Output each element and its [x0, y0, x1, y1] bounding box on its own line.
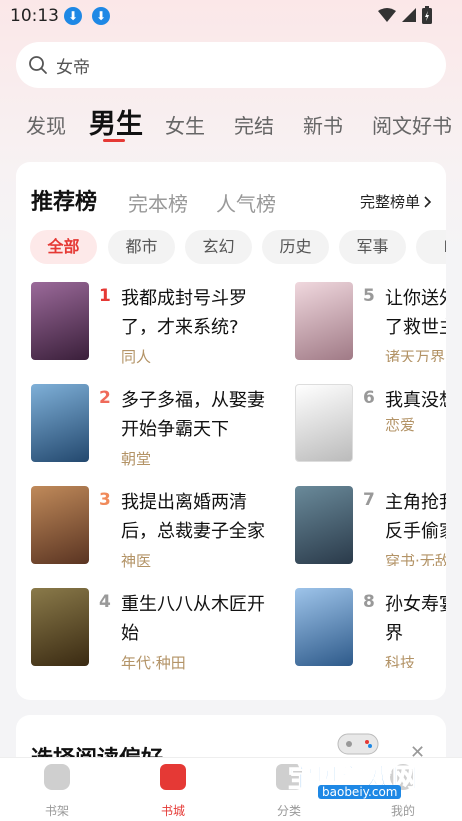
- nav-bookstore[interactable]: 书城: [138, 764, 208, 819]
- nav-label: 书城: [160, 804, 185, 818]
- chevron-right-icon: [424, 195, 432, 208]
- download-icon: ⬇: [64, 7, 82, 25]
- chip-urban[interactable]: 都市: [108, 230, 175, 264]
- rank-number: 3: [99, 490, 111, 510]
- book-cover: [295, 588, 353, 666]
- book-title: 我都成封号斗罗了，才来系统?: [121, 288, 247, 338]
- book-tag: 朝堂: [121, 450, 152, 468]
- rank-number: 2: [99, 388, 111, 408]
- active-tab-indicator: [103, 139, 125, 142]
- nav-label: 我的: [390, 804, 415, 818]
- book-title: 重生八八从木匠开始: [121, 594, 265, 644]
- book-tag: 诸天万界: [385, 348, 446, 362]
- chip-history[interactable]: 历史: [262, 230, 329, 264]
- book-item[interactable]: 1 我都成封号斗罗了，才来系统? 同人: [31, 282, 281, 366]
- search-icon: [29, 56, 47, 74]
- rank-number: 4: [99, 592, 111, 612]
- book-cover: [31, 384, 89, 462]
- system-icons: [378, 6, 432, 24]
- book-item[interactable]: 6 我真没想重生啊 恋爱: [295, 384, 446, 464]
- book-item[interactable]: 5 让你送外卖，你救了救世主 诸天万界: [295, 282, 446, 362]
- close-icon[interactable]: ✕: [410, 742, 425, 763]
- chip-fantasy[interactable]: 玄幻: [185, 230, 252, 264]
- tab-female[interactable]: 女生: [165, 110, 205, 139]
- book-tag: 年代·种田: [121, 654, 186, 672]
- book-item[interactable]: 3 我提出离婚两清后，总裁妻子全家 神医: [31, 486, 281, 570]
- nav-label: 分类: [276, 804, 301, 818]
- download-icon: ⬇: [92, 7, 110, 25]
- chip-military[interactable]: 军事: [339, 230, 406, 264]
- tab-completed[interactable]: 完结: [234, 110, 274, 139]
- book-item[interactable]: 2 多子多福，从娶妻开始争霸天下 朝堂: [31, 384, 281, 468]
- book-item[interactable]: 4 重生八八从木匠开始 年代·种田: [31, 588, 281, 672]
- tab-finished[interactable]: 完本榜: [128, 188, 188, 217]
- rank-number: 7: [363, 490, 375, 510]
- book-title: 主角抢我机缘？我反手偷家: [385, 492, 446, 542]
- book-item[interactable]: 7 主角抢我机缘？我反手偷家 穿书·无敌: [295, 486, 446, 566]
- book-title: 让你送外卖，你救了救世主: [385, 288, 446, 338]
- book-title: 我提出离婚两清后，总裁妻子全家: [121, 492, 265, 542]
- rank-number: 6: [363, 388, 375, 408]
- category-chips: 全部 都市 玄幻 历史 军事 N: [30, 230, 446, 266]
- tab-new-books[interactable]: 新书: [303, 110, 343, 139]
- book-cover: [31, 486, 89, 564]
- search-placeholder: 女帝: [56, 57, 90, 78]
- book-tag: 神医: [121, 552, 152, 570]
- tab-popular[interactable]: 人气榜: [216, 188, 276, 217]
- book-tag: 穿书·无敌: [385, 552, 446, 566]
- book-tag: 科技: [385, 654, 416, 668]
- book-tag: 同人: [121, 348, 152, 366]
- book-title: 孙女寿宴，我科学界: [385, 594, 446, 644]
- chip-all[interactable]: 全部: [30, 230, 97, 264]
- status-time: 10:13: [10, 6, 59, 26]
- chip-more[interactable]: N: [416, 230, 446, 264]
- gamepad-icon: [337, 733, 379, 755]
- book-tag: 恋爱: [385, 416, 416, 434]
- ranking-card: 推荐榜 完本榜 人气榜 完整榜单 全部 都市 玄幻 历史 军事 N 1 我都成封…: [16, 162, 446, 700]
- rank-number: 5: [363, 286, 375, 306]
- top-tabs: 发现 男生 女生 完结 新书 阅文好书: [0, 98, 462, 150]
- bookshelf-icon: [44, 764, 70, 790]
- battery-icon: [422, 6, 432, 24]
- book-cover: [295, 282, 353, 360]
- full-list-label: 完整榜单: [359, 193, 420, 211]
- book-title: 我真没想重生啊: [385, 390, 446, 411]
- watermark-url: baobeiy.com: [318, 785, 402, 799]
- book-cover: [295, 384, 353, 462]
- book-cover: [31, 282, 89, 360]
- full-list-link[interactable]: 完整榜单: [360, 191, 432, 212]
- rank-number: 1: [99, 286, 111, 306]
- wifi-icon: [378, 8, 396, 22]
- book-item[interactable]: 8 孙女寿宴，我科学界 科技: [295, 588, 446, 668]
- tab-discover[interactable]: 发现: [26, 110, 66, 139]
- nav-label: 书架: [44, 804, 69, 818]
- signal-icon: [402, 8, 416, 22]
- bookstore-icon: [160, 764, 186, 790]
- book-cover: [31, 588, 89, 666]
- nav-bookshelf[interactable]: 书架: [22, 764, 92, 819]
- search-bar[interactable]: 女帝: [16, 42, 446, 88]
- tab-recommended[interactable]: 推荐榜: [31, 184, 97, 216]
- status-bar: 10:13 ⬇ ⬇: [0, 0, 462, 34]
- tab-good-books[interactable]: 阅文好书: [372, 110, 452, 139]
- tab-male[interactable]: 男生: [89, 102, 143, 141]
- book-title: 多子多福，从娶妻开始争霸天下: [121, 390, 265, 440]
- book-cover: [295, 486, 353, 564]
- watermark: 宝贝游戏网 baobeiy.com ✕: [258, 728, 448, 800]
- rank-number: 8: [363, 592, 375, 612]
